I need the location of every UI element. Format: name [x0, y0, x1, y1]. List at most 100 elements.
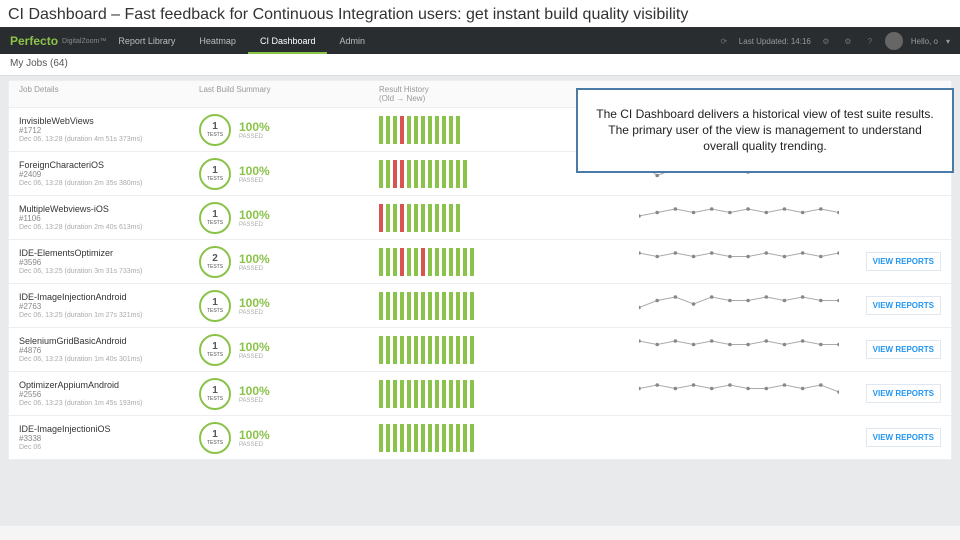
history-bar — [400, 380, 404, 408]
view-reports-button[interactable]: VIEW REPORTS — [866, 428, 941, 447]
brand-sub: DigitalZoom™ — [62, 38, 106, 45]
history-bar — [386, 336, 390, 364]
history-bar — [379, 336, 383, 364]
history-bar — [435, 336, 439, 364]
history-bar — [442, 116, 446, 144]
last-updated: Last Updated: 14:16 — [739, 37, 811, 46]
chevron-down-icon[interactable]: ▾ — [946, 37, 950, 46]
history-bar — [449, 160, 453, 188]
view-reports-button[interactable]: VIEW REPORTS — [866, 296, 941, 315]
history-bar — [414, 248, 418, 276]
history-bar — [470, 248, 474, 276]
table-row[interactable]: IDE-ImageInjectionAndroid #2763 Dec 06, … — [8, 284, 952, 328]
history-bar — [386, 248, 390, 276]
job-name: ForeignCharacteriOS — [19, 160, 199, 170]
history-bar — [421, 204, 425, 232]
job-timestamp: Dec 06 — [19, 444, 199, 451]
job-name: InvisibleWebViews — [19, 116, 199, 126]
history-bar — [470, 292, 474, 320]
nav-tab-ci-dashboard[interactable]: CI Dashboard — [248, 28, 328, 54]
job-timestamp: Dec 06, 13:28 (duration 4m 51s 373ms) — [19, 136, 199, 143]
avatar[interactable] — [885, 32, 903, 50]
history-bar — [428, 292, 432, 320]
history-bar — [463, 380, 467, 408]
nav-tab-admin[interactable]: Admin — [327, 28, 377, 54]
history-bar — [456, 116, 460, 144]
table-row[interactable]: IDE-ImageInjectioniOS #3338 Dec 06 1TEST… — [8, 416, 952, 460]
history-bar — [414, 204, 418, 232]
history-bar — [428, 380, 432, 408]
history-bar — [414, 336, 418, 364]
history-bar — [379, 248, 383, 276]
job-number: #2556 — [19, 390, 199, 399]
history-bar — [414, 116, 418, 144]
history-bar — [393, 336, 397, 364]
pass-rate: 100%PASSED — [239, 296, 270, 316]
help-icon[interactable]: ? — [863, 34, 877, 48]
table-row[interactable]: IDE-ElementsOptimizer #3596 Dec 06, 13:2… — [8, 240, 952, 284]
history-bar — [393, 380, 397, 408]
history-bar — [400, 424, 404, 452]
history-bar — [393, 248, 397, 276]
job-name: IDE-ElementsOptimizer — [19, 248, 199, 258]
history-bar — [435, 248, 439, 276]
view-reports-button[interactable]: VIEW REPORTS — [866, 384, 941, 403]
history-bar — [442, 160, 446, 188]
history-bar — [393, 116, 397, 144]
tests-ring: 1TESTS — [199, 202, 231, 234]
job-timestamp: Dec 06, 13:23 (duration 1m 45s 193ms) — [19, 400, 199, 407]
refresh-icon[interactable]: ⟳ — [717, 34, 731, 48]
subheader: My Jobs (64) — [0, 54, 960, 76]
history-bar — [400, 116, 404, 144]
tests-ring: 1TESTS — [199, 114, 231, 146]
pass-rate: 100%PASSED — [239, 340, 270, 360]
history-bars — [379, 336, 639, 364]
history-bar — [386, 380, 390, 408]
nav-tab-heatmap[interactable]: Heatmap — [187, 28, 248, 54]
history-bar — [407, 160, 411, 188]
slide-title: CI Dashboard – Fast feedback for Continu… — [0, 0, 960, 28]
job-name: OptimizerAppiumAndroid — [19, 380, 199, 390]
history-bar — [449, 248, 453, 276]
table-row[interactable]: OptimizerAppiumAndroid #2556 Dec 06, 13:… — [8, 372, 952, 416]
top-nav: Perfecto DigitalZoom™ Report LibraryHeat… — [0, 28, 960, 54]
job-timestamp: Dec 06, 13:28 (duration 2m 35s 380ms) — [19, 180, 199, 187]
gear-icon[interactable]: ⚙ — [841, 34, 855, 48]
history-bar — [400, 292, 404, 320]
trend-sparkline: ✱ — [639, 334, 839, 365]
history-bar — [407, 248, 411, 276]
history-bar — [414, 380, 418, 408]
history-bar — [428, 336, 432, 364]
job-number: #3596 — [19, 258, 199, 267]
brand-logo: Perfecto — [0, 34, 68, 48]
history-bar — [386, 292, 390, 320]
history-bar — [379, 292, 383, 320]
nav-tab-report-library[interactable]: Report Library — [106, 28, 187, 54]
history-bar — [449, 204, 453, 232]
history-bar — [379, 380, 383, 408]
history-bar — [407, 116, 411, 144]
app-screenshot: Perfecto DigitalZoom™ Report LibraryHeat… — [0, 28, 960, 526]
history-bar — [463, 292, 467, 320]
history-bar — [379, 116, 383, 144]
table-row[interactable]: SeleniumGridBasicAndroid #4876 Dec 06, 1… — [8, 328, 952, 372]
history-bar — [470, 336, 474, 364]
tests-ring: 1TESTS — [199, 290, 231, 322]
view-reports-button[interactable]: VIEW REPORTS — [866, 252, 941, 271]
job-number: #2763 — [19, 302, 199, 311]
history-bars — [379, 204, 639, 232]
history-bars — [379, 248, 639, 276]
job-timestamp: Dec 06, 13:23 (duration 1m 40s 301ms) — [19, 356, 199, 363]
tests-ring: 1TESTS — [199, 158, 231, 190]
history-bar — [463, 424, 467, 452]
view-reports-button[interactable]: VIEW REPORTS — [866, 340, 941, 359]
table-row[interactable]: MultipleWebviews-iOS #1106 Dec 06, 13:28… — [8, 196, 952, 240]
history-bar — [435, 204, 439, 232]
history-bar — [414, 424, 418, 452]
history-bar — [386, 424, 390, 452]
history-bar — [456, 380, 460, 408]
history-bar — [421, 160, 425, 188]
settings-icon[interactable]: ⚙ — [819, 34, 833, 48]
history-bar — [456, 160, 460, 188]
history-bar — [442, 292, 446, 320]
